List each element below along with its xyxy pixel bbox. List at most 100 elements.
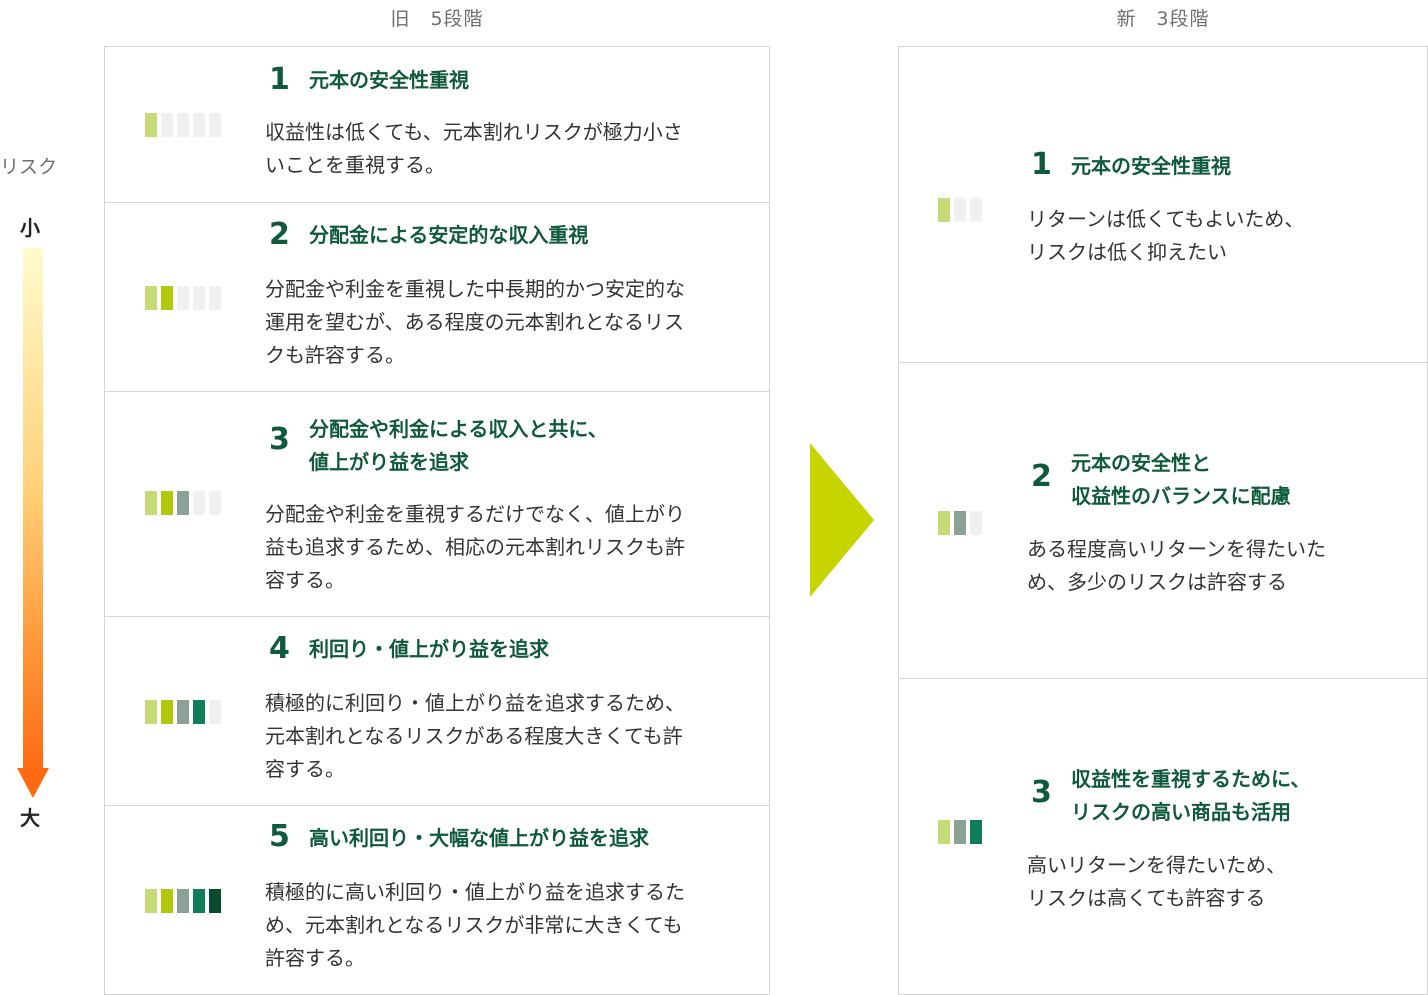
risk-meter-icon: [938, 198, 982, 222]
risk-meter-icon: [145, 113, 221, 137]
risk-meter-cell: [938, 820, 950, 844]
level-description-line: 分配金や利金を重視した中長期的かつ安定的な: [265, 277, 685, 301]
old-risk-level-row: 5 高い利回り・大幅な値上がり益を追求積極的に高い利回り・値上がり益を追求するため…: [105, 806, 769, 995]
new-scheme-heading: 新 3段階: [1116, 8, 1210, 30]
level-description-line: 高いリターンを得たいため、: [1027, 853, 1286, 877]
level-description-line: 容する。: [265, 757, 345, 781]
risk-meter-cell: [970, 820, 982, 844]
risk-meter-cell: [954, 511, 966, 535]
level-title-line: 元本の安全性と: [1071, 451, 1211, 475]
risk-meter-icon: [145, 491, 221, 515]
level-number: 2: [269, 217, 290, 252]
risk-meter-cell: [209, 113, 221, 137]
transition-arrow-icon: [810, 443, 874, 597]
level-description-line: リスクは高くても許容する: [1027, 886, 1266, 910]
level-description: 分配金や利金を重視するだけでなく、値上がり 益も追求するため、相応の元本割れリスク…: [265, 498, 685, 597]
risk-meter-cell: [177, 286, 189, 310]
risk-gradient-bar: [23, 248, 43, 770]
risk-meter-cell: [145, 889, 157, 913]
level-title: 元本の安全性と 収益性のバランスに配慮: [1071, 447, 1291, 513]
risk-meter-cell: [193, 889, 205, 913]
old-risk-level-row: 1 元本の安全性重視収益性は低くても、元本割れリスクが極力小さ いことを重視する。: [105, 47, 769, 203]
risk-meter-cell: [177, 491, 189, 515]
risk-axis-label: リスク: [0, 156, 58, 178]
risk-meter-cell: [209, 700, 221, 724]
level-title: 分配金による安定的な収入重視: [309, 219, 588, 252]
level-title-line: 元本の安全性重視: [309, 68, 469, 92]
new-risk-level-row: 2 元本の安全性と 収益性のバランスに配慮 ある程度高いリターンを得たいた め、多少のリ…: [899, 363, 1427, 679]
risk-meter-cell: [193, 113, 205, 137]
old-scheme-heading: 旧 5段階: [390, 8, 484, 30]
risk-meter-cell: [938, 198, 950, 222]
level-description: 高いリターンを得たいため、 リスクは高くても許容する: [1027, 849, 1286, 915]
risk-meter-icon: [145, 700, 221, 724]
risk-meter-cell: [161, 491, 173, 515]
new-risk-level-row: 3 収益性を重視するために、 リスクの高い商品も活用 高いリターンを得たいため、 リスク…: [899, 679, 1427, 995]
risk-meter-cell: [209, 286, 221, 310]
risk-meter-icon: [938, 820, 982, 844]
level-number: 1: [269, 62, 290, 97]
level-title-line: 値上がり益を追求: [309, 450, 469, 474]
risk-meter-cell: [145, 700, 157, 724]
level-description-line: 許容する。: [265, 946, 365, 970]
level-description: 分配金や利金を重視した中長期的かつ安定的な 運用を望むが、ある程度の元本割れとなる…: [265, 273, 685, 372]
level-number: 5: [269, 819, 290, 854]
risk-meter-cell: [954, 198, 966, 222]
risk-meter-cell: [145, 491, 157, 515]
level-description: 積極的に高い利回り・値上がり益を追求するた め、元本割れとなるリスクが非常に大きく…: [265, 876, 685, 975]
level-description-line: ある程度高いリターンを得たいた: [1027, 537, 1326, 561]
level-description: リターンは低くてもよいため、 リスクは低く抑えたい: [1027, 203, 1304, 269]
old-risk-levels-panel: 1 元本の安全性重視収益性は低くても、元本割れリスクが極力小さ いことを重視する。 2…: [104, 46, 770, 995]
risk-meter-cell: [209, 889, 221, 913]
new-risk-levels-panel: 1 元本の安全性重視 リターンは低くてもよいため、 リスクは低く抑えたい 2 元本の安全性…: [898, 46, 1428, 995]
old-risk-level-row: 4 利回り・値上がり益を追求積極的に利回り・値上がり益を追求するため、 元本割れとな…: [105, 617, 769, 806]
level-number: 3: [1031, 775, 1052, 810]
risk-meter-cell: [161, 286, 173, 310]
level-title-line: 高い利回り・大幅な値上がり益を追求: [309, 826, 649, 850]
level-title-line: 利回り・値上がり益を追求: [309, 637, 549, 661]
level-description-line: クも許容する。: [265, 343, 405, 367]
level-title-line: 収益性を重視するために、: [1071, 767, 1311, 791]
risk-meter-cell: [938, 511, 950, 535]
risk-low-label: 小: [20, 216, 40, 240]
risk-meter-cell: [177, 700, 189, 724]
risk-meter-cell: [193, 700, 205, 724]
risk-meter-cell: [161, 113, 173, 137]
level-description-line: 運用を望むが、ある程度の元本割れとなるリス: [265, 310, 684, 334]
risk-meter-cell: [145, 113, 157, 137]
level-description: 収益性は低くても、元本割れリスクが極力小さ いことを重視する。: [265, 116, 683, 182]
risk-meter-cell: [177, 889, 189, 913]
level-description-line: 益も追求するため、相応の元本割れリスクも許: [265, 535, 685, 559]
risk-meter-cell: [161, 700, 173, 724]
level-title: 利回り・値上がり益を追求: [309, 633, 549, 666]
risk-meter-cell: [145, 286, 157, 310]
level-description-line: め、元本割れとなるリスクが非常に大きくても: [265, 913, 683, 937]
level-title: 高い利回り・大幅な値上がり益を追求: [309, 822, 649, 855]
level-number: 4: [269, 631, 290, 666]
level-description-line: 元本割れとなるリスクがある程度大きくても許: [265, 724, 683, 748]
risk-meter-cell: [209, 491, 221, 515]
risk-meter-cell: [954, 820, 966, 844]
risk-meter-cell: [193, 491, 205, 515]
level-description-line: 容する。: [265, 568, 345, 592]
level-description-line: リスクは低く抑えたい: [1027, 240, 1227, 264]
risk-meter-cell: [161, 889, 173, 913]
level-description-line: め、多少のリスクは許容する: [1027, 570, 1287, 594]
level-description: 積極的に利回り・値上がり益を追求するため、 元本割れとなるリスクがある程度大きくて…: [265, 687, 685, 786]
risk-meter-cell: [193, 286, 205, 310]
level-description-line: 積極的に利回り・値上がり益を追求するため、: [265, 691, 685, 715]
old-risk-level-row: 2 分配金による安定的な収入重視分配金や利金を重視した中長期的かつ安定的な 運用を望…: [105, 203, 769, 392]
level-title: 元本の安全性重視: [1071, 150, 1231, 183]
level-description-line: 分配金や利金を重視するだけでなく、値上がり: [265, 502, 685, 526]
risk-meter-cell: [970, 198, 982, 222]
risk-high-label: 大: [20, 806, 40, 830]
level-title: 分配金や利金による収入と共に、 値上がり益を追求: [309, 413, 608, 479]
level-number: 3: [269, 422, 290, 457]
risk-meter-icon: [938, 511, 982, 535]
level-title: 元本の安全性重視: [309, 64, 469, 97]
level-title-line: 分配金による安定的な収入重視: [309, 223, 589, 247]
risk-meter-cell: [177, 113, 189, 137]
risk-meter-icon: [145, 889, 221, 913]
new-risk-level-row: 1 元本の安全性重視リターンは低くてもよいため、 リスクは低く抑えたい: [899, 47, 1427, 363]
level-number: 1: [1031, 147, 1052, 182]
